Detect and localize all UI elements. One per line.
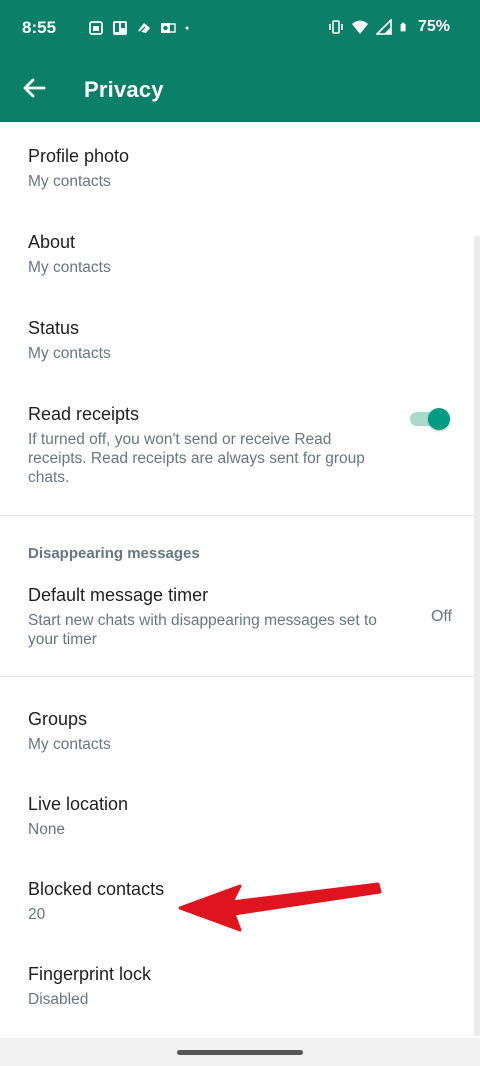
groups-title: Groups	[28, 709, 88, 729]
profile-photo-title: Profile photo	[28, 146, 130, 166]
battery-percent: 75%	[417, 18, 450, 35]
read-receipts-item[interactable]: Read receipts If turned off, you won't s…	[28, 404, 384, 487]
arrow-left-icon[interactable]	[18, 72, 50, 104]
page-title: Privacy	[84, 77, 164, 102]
divider	[0, 515, 480, 516]
fingerprint-lock-title: Fingerprint lock	[28, 964, 152, 984]
groups-item[interactable]: Groups My contacts	[28, 709, 452, 754]
live-location-item[interactable]: Live location None	[28, 794, 452, 839]
default-message-timer-item[interactable]: Default message timer Start new chats wi…	[28, 585, 402, 649]
about-value: My contacts	[28, 259, 111, 276]
default-timer-value: Off	[430, 608, 452, 625]
live-location-title: Live location	[28, 794, 129, 814]
read-receipts-toggle[interactable]	[410, 408, 450, 430]
fingerprint-lock-item[interactable]: Fingerprint lock Disabled	[28, 964, 452, 1009]
home-handle[interactable]	[177, 1050, 303, 1055]
blocked-contacts-count: 20	[28, 906, 46, 923]
trello-icon	[113, 21, 127, 35]
live-location-value: None	[28, 821, 66, 838]
profile-photo-item[interactable]: Profile photo My contacts	[28, 146, 452, 191]
blocked-contacts-item[interactable]: Blocked contacts 20	[28, 879, 180, 924]
status-title: Status	[28, 318, 80, 338]
toggle-thumb	[428, 408, 450, 430]
calendar-icon	[89, 21, 103, 35]
system-status: 75%	[328, 18, 450, 36]
status-time: 8:55	[22, 18, 57, 37]
blocked-contacts-title: Blocked contacts	[28, 879, 165, 899]
outlook-icon	[161, 23, 176, 33]
groups-value: My contacts	[28, 736, 111, 753]
read-receipts-description: If turned off, you won't send or receive…	[28, 431, 365, 486]
status-item[interactable]: Status My contacts	[28, 318, 452, 363]
read-receipts-title: Read receipts	[28, 404, 140, 424]
status-bar: 8:55 75%	[0, 0, 480, 58]
fingerprint-lock-value: Disabled	[28, 991, 89, 1008]
default-timer-description: Start new chats with disappearing messag…	[28, 612, 377, 648]
default-timer-title: Default message timer	[28, 585, 209, 605]
notification-icons	[88, 20, 194, 36]
battery-icon	[400, 22, 406, 32]
divider	[0, 676, 480, 677]
disappearing-messages-header: Disappearing messages	[28, 545, 200, 562]
about-item[interactable]: About My contacts	[28, 232, 452, 277]
signal-icon	[375, 19, 392, 35]
status-value: My contacts	[28, 345, 111, 362]
cloud-icon	[138, 23, 150, 33]
gesture-nav-bar	[0, 1038, 480, 1066]
dot-icon	[185, 26, 189, 30]
wifi-icon	[351, 20, 368, 34]
scrollbar[interactable]	[474, 236, 480, 1036]
about-title: About	[28, 232, 76, 252]
app-bar: Privacy	[0, 58, 480, 122]
annotation-arrow-icon	[178, 882, 382, 932]
profile-photo-value: My contacts	[28, 173, 111, 190]
vibrate-icon	[329, 20, 343, 34]
